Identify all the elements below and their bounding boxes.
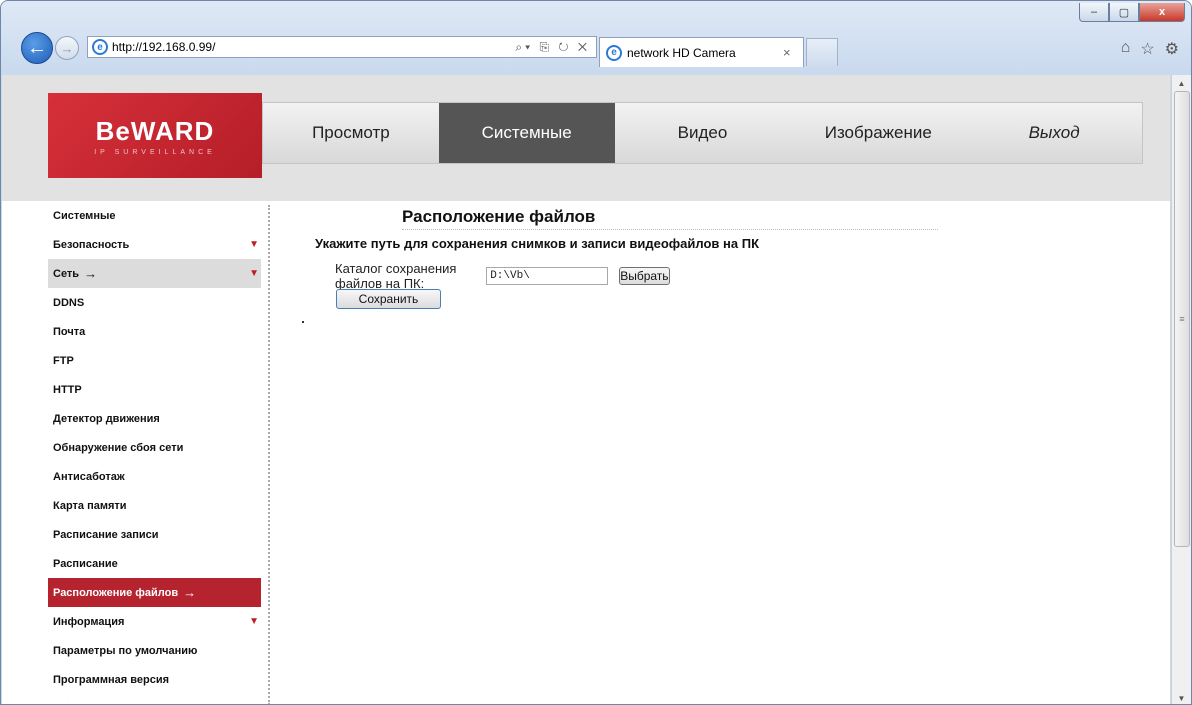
sidebar-item-label: FTP [53, 354, 74, 367]
expand-triangle-icon[interactable]: ▼ [249, 239, 259, 250]
close-window-button[interactable]: x [1139, 3, 1185, 22]
page-title: Расположение файлов [402, 207, 938, 230]
window-controls: – ▢ x [1079, 3, 1185, 22]
sidebar-item[interactable]: Детектор движения [48, 404, 261, 433]
page-description: Укажите путь для сохранения снимков и за… [315, 236, 760, 251]
browser-window: – ▢ x ← → e http://192.168.0.99/ ⌕▾ ⎘ ↻ … [0, 0, 1192, 705]
ie-tab-icon: e [606, 44, 622, 61]
path-input[interactable]: D:\Vb\ [486, 267, 609, 285]
sidebar-item[interactable]: Программная версия [48, 665, 261, 694]
logo-brand: BeWARD [95, 115, 215, 146]
sidebar-item-label: DDNS [53, 296, 85, 309]
sidebar-item-label: Почта [53, 325, 86, 338]
tab-network-hd-camera[interactable]: e network HD Camera × [599, 37, 804, 67]
top-menu: Просмотр Системные Видео Изображение Вых… [262, 102, 1143, 164]
ie-icon: e [92, 39, 108, 55]
sidebar-item[interactable]: Информация ▼ [48, 607, 261, 636]
sidebar-item[interactable]: Антисаботаж [48, 462, 261, 491]
address-url[interactable]: http://192.168.0.99/ [112, 40, 515, 54]
sidebar-item-label: Параметры по умолчанию [53, 644, 198, 657]
home-icon[interactable]: ⌂ [1121, 39, 1131, 59]
address-bar[interactable]: e http://192.168.0.99/ ⌕▾ ⎘ ↻ ✕ [87, 36, 597, 58]
beward-logo: BeWARD IP SURVEILLANCE [48, 93, 262, 178]
sidebar-item-label: HTTP [53, 383, 82, 396]
sidebar-item-label: Сеть [53, 267, 80, 280]
sidebar-item[interactable]: FTP [48, 346, 261, 375]
sidebar-item[interactable]: Параметры по умолчанию [48, 636, 261, 665]
sidebar-item[interactable]: Расписание [48, 549, 261, 578]
back-button[interactable]: ← [21, 32, 53, 64]
page-header: BeWARD IP SURVEILLANCE Просмотр Системны… [2, 75, 1170, 201]
save-button[interactable]: Сохранить [336, 289, 441, 309]
sidebar-item-label: Антисаботаж [53, 470, 125, 483]
menu-item-view[interactable]: Просмотр [263, 103, 439, 163]
sidebar-item[interactable]: DDNS [48, 288, 261, 317]
stray-dot [302, 321, 304, 323]
menu-item-logout[interactable]: Выход [966, 103, 1142, 163]
choose-button[interactable]: Выбрать [619, 267, 670, 285]
expand-triangle-icon[interactable]: ▼ [249, 268, 259, 279]
scroll-up-icon[interactable]: ▲ [1172, 75, 1191, 91]
sidebar-item-label: Карта памяти [53, 499, 127, 512]
tab-title: network HD Camera [627, 45, 736, 60]
sidebar-item[interactable]: Обновление [48, 694, 261, 705]
arrow-right-icon: → [183, 585, 197, 600]
sidebar-item[interactable]: Безопасность ▼ [48, 230, 261, 259]
maximize-button[interactable]: ▢ [1109, 3, 1139, 22]
sidebar-item-label: Информация [53, 615, 125, 628]
sidebar-item[interactable]: Карта памяти [48, 491, 261, 520]
sidebar-item[interactable]: HTTP [48, 375, 261, 404]
scroll-thumb[interactable]: ≡ [1174, 91, 1190, 547]
sidebar-item[interactable]: Сеть → ▼ [48, 259, 261, 288]
sidebar-item[interactable]: Расположение файлов → [48, 578, 261, 607]
expand-triangle-icon[interactable]: ▼ [249, 616, 259, 627]
sidebar-item-label: Расписание записи [53, 528, 159, 541]
new-tab-button[interactable] [806, 38, 838, 66]
sidebar-item[interactable]: Расписание записи [48, 520, 261, 549]
star-icon[interactable]: ☆ [1140, 39, 1154, 59]
arrow-right-icon: → [84, 266, 98, 281]
toolbar-icons: ⌂ ☆ ⚙ [1121, 39, 1179, 59]
sidebar-item-label: Безопасность [53, 238, 130, 251]
sidebar-item-label: Расписание [53, 557, 118, 570]
gear-icon[interactable]: ⚙ [1165, 39, 1179, 59]
address-tools[interactable]: ⌕▾ ⎘ ↻ ✕ [515, 40, 596, 55]
path-label: Каталог сохранения файлов на ПК: [335, 261, 457, 291]
sidebar-item-label: Программная версия [53, 673, 170, 686]
minimize-button[interactable]: – [1079, 3, 1109, 22]
sidebar-item-label: Обнаружение сбоя сети [53, 441, 184, 454]
sidebar-item[interactable]: Обнаружение сбоя сети [48, 433, 261, 462]
tab-close-icon[interactable]: × [783, 45, 803, 60]
page-content: BeWARD IP SURVEILLANCE Просмотр Системны… [2, 75, 1170, 705]
forward-button[interactable]: → [55, 36, 79, 60]
path-row: Каталог сохранения файлов на ПК: D:\Vb\ … [335, 261, 670, 291]
sidebar-item[interactable]: Системные [48, 201, 261, 230]
sidebar-item-label: Детектор движения [53, 412, 160, 425]
sidebar-divider [268, 205, 270, 704]
sidebar: Системные Безопасность ▼ Сеть → ▼ DDNS Почта FTP… [48, 201, 261, 705]
sidebar-item-label: Системные [53, 209, 116, 222]
scroll-down-icon[interactable]: ▼ [1172, 690, 1191, 704]
logo-subtitle: IP SURVEILLANCE [94, 148, 216, 156]
scrollbar[interactable]: ▲ ≡ ▼ [1171, 75, 1191, 704]
browser-chrome: – ▢ x ← → e http://192.168.0.99/ ⌕▾ ⎘ ↻ … [1, 1, 1191, 75]
sidebar-item[interactable]: Почта [48, 317, 261, 346]
menu-item-video[interactable]: Видео [615, 103, 791, 163]
menu-item-system[interactable]: Системные [438, 103, 615, 163]
sidebar-item-label: Расположение файлов [53, 586, 179, 599]
menu-item-image[interactable]: Изображение [790, 103, 966, 163]
